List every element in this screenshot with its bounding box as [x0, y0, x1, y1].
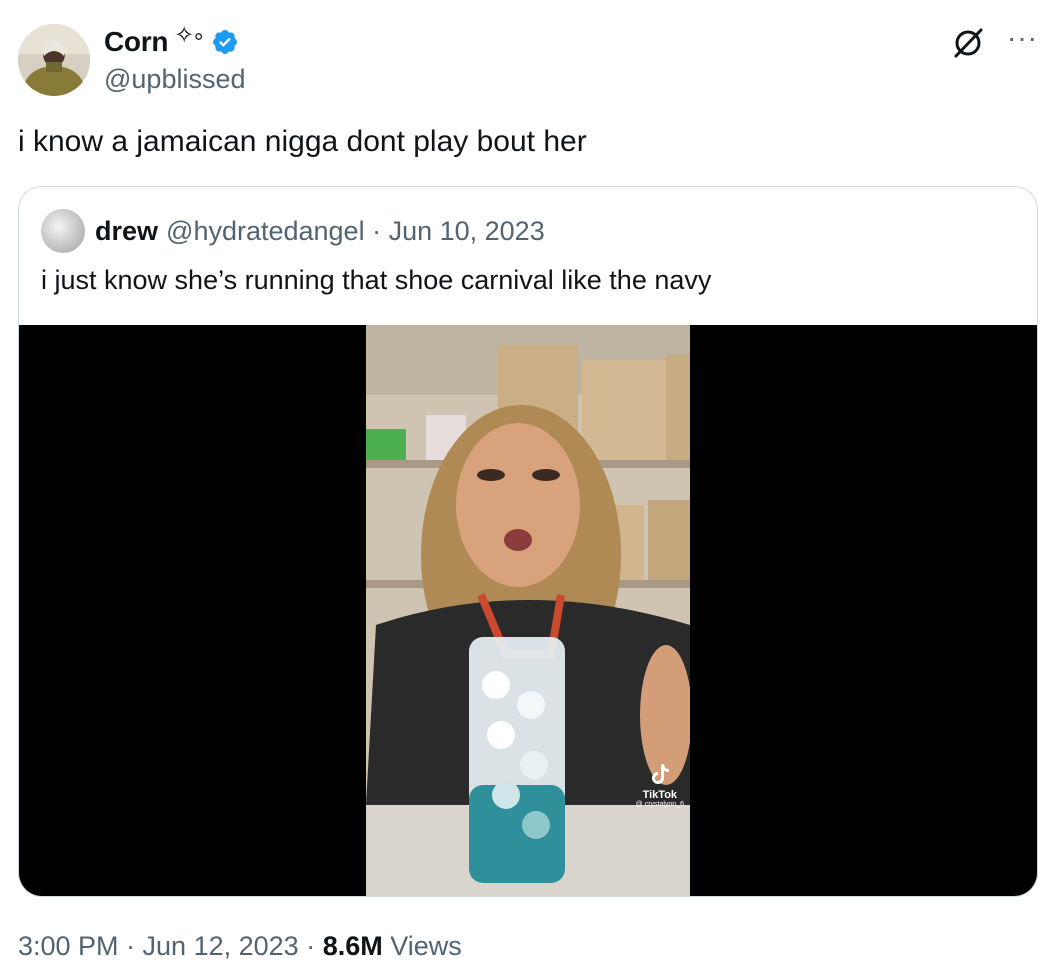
tiktok-watermark: TikTok @ crystalynn_6: [636, 762, 684, 808]
video-thumbnail: TikTok @ crystalynn_6: [366, 325, 690, 896]
grok-icon[interactable]: [951, 26, 985, 60]
views-count[interactable]: 8.6M: [323, 931, 383, 961]
tweet-footer: 3:00 PM · Jun 12, 2023 · 8.6M Views: [18, 928, 462, 964]
tweet-text: i know a jamaican nigga dont play bout h…: [18, 125, 587, 158]
quoted-author-name[interactable]: drew: [95, 216, 158, 247]
tiktok-icon: [651, 764, 669, 784]
quoted-tweet-video[interactable]: TikTok @ crystalynn_6: [19, 325, 1037, 896]
author-name[interactable]: Corn: [104, 26, 168, 58]
quoted-tweet-header: drew @hydratedangel · Jun 10, 2023: [41, 209, 545, 253]
views-label: Views: [382, 931, 462, 961]
tweet-timestamp[interactable]: 3:00 PM · Jun 12, 2023 ·: [18, 931, 323, 961]
quoted-author-meta[interactable]: @hydratedangel · Jun 10, 2023: [166, 216, 545, 247]
tiktok-handle: @ crystalynn_6: [635, 801, 684, 808]
author-handle[interactable]: @upblissed: [104, 62, 246, 96]
quoted-tweet[interactable]: drew @hydratedangel · Jun 10, 2023 i jus…: [18, 186, 1038, 897]
tiktok-label: TikTok: [642, 789, 678, 801]
verified-badge-icon[interactable]: [211, 28, 239, 56]
tweet-actions-top: ···: [951, 24, 1038, 60]
author-avatar[interactable]: [18, 24, 90, 96]
author-block: Corn ✧༚ @upblissed: [104, 22, 246, 96]
more-icon[interactable]: ···: [1007, 24, 1038, 52]
quoted-tweet-text: i just know she’s running that shoe carn…: [41, 265, 712, 295]
avatar-image: [18, 24, 90, 96]
quoted-author-avatar[interactable]: [41, 209, 85, 253]
